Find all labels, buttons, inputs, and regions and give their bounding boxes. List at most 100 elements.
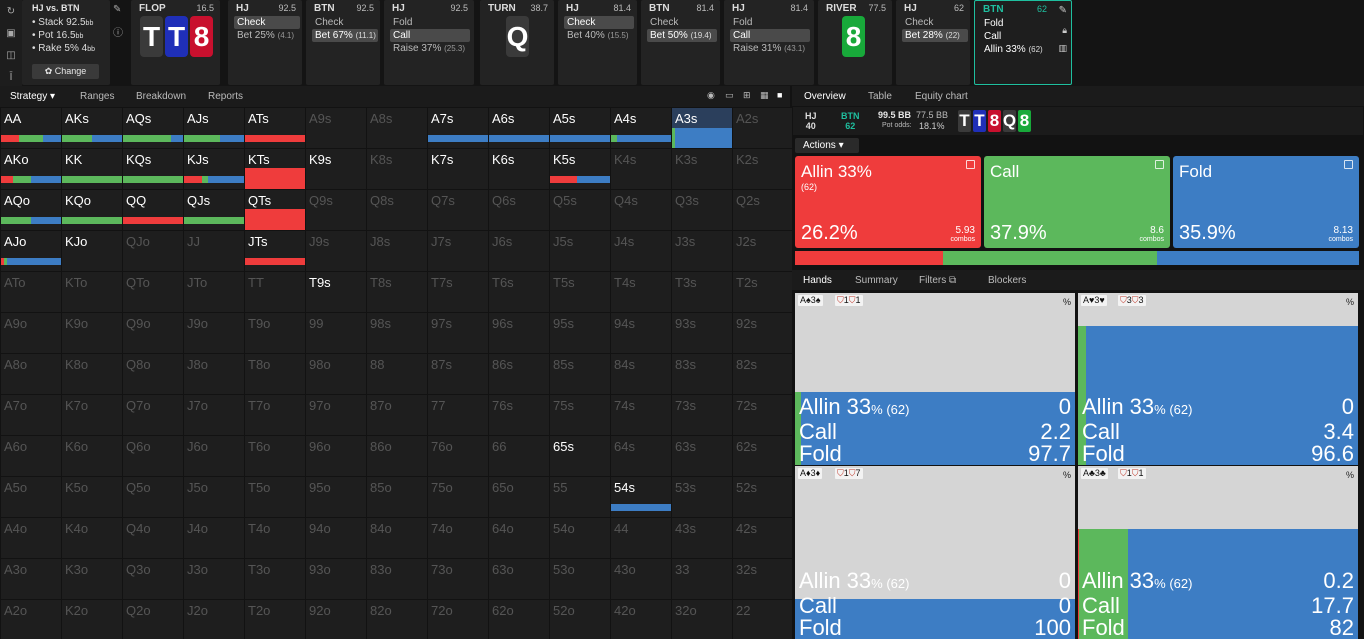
hand-cell[interactable]: 74s [611, 395, 671, 435]
hand-cell[interactable]: KJo [62, 231, 122, 271]
hand-cell[interactable]: KK [62, 149, 122, 189]
hand-cell[interactable]: 94s [611, 313, 671, 353]
hand-cell[interactable]: A6o [1, 436, 61, 476]
hand-cell[interactable]: 54o [550, 518, 610, 558]
hand-cell[interactable]: A3o [1, 559, 61, 599]
note-icon[interactable] [1344, 160, 1353, 169]
action-block-btn[interactable]: BTN 92.5 Check Bet 67% (11.1) [306, 0, 380, 85]
hand-cell[interactable]: 64o [489, 518, 549, 558]
action-option[interactable]: Fold [981, 17, 1047, 30]
hand-cell[interactable]: 99 [306, 313, 366, 353]
hand-cell[interactable]: J8s [367, 231, 427, 271]
hand-cell[interactable]: A7o [1, 395, 61, 435]
hand-cell[interactable]: QTs [245, 190, 305, 230]
hand-cell[interactable]: 53s [672, 477, 732, 517]
tab-blockers[interactable]: Blockers [988, 275, 1026, 286]
hand-cell[interactable]: 95o [306, 477, 366, 517]
hand-cell[interactable]: K9s [306, 149, 366, 189]
river-block[interactable]: RIVER 77.5 8 [818, 0, 892, 85]
hand-cell[interactable]: AJo [1, 231, 61, 271]
action-option[interactable]: Check [902, 16, 968, 29]
hand-cell[interactable]: T9s [306, 272, 366, 312]
hand-cell[interactable]: Q5o [123, 477, 183, 517]
tab-reports[interactable]: Reports [208, 91, 243, 102]
action-option[interactable]: Call [390, 29, 470, 42]
hand-cell[interactable]: Q9o [123, 313, 183, 353]
hand-cell[interactable]: K6o [62, 436, 122, 476]
hand-cell[interactable]: A9s [306, 108, 366, 148]
hand-cell[interactable]: 86o [367, 436, 427, 476]
hand-cell[interactable]: K7s [428, 149, 488, 189]
info-icon[interactable]: ⓘ [113, 24, 123, 39]
action-block-hj[interactable]: HJ 62 Check Bet 28% (22) [896, 0, 970, 85]
action-block-hj[interactable]: HJ 81.4 Fold Call Raise 31% (43.1) [724, 0, 814, 85]
hand-cell[interactable]: 76o [428, 436, 488, 476]
hand-cell[interactable]: K9o [62, 313, 122, 353]
save-icon[interactable]: ▣ [6, 26, 15, 41]
hand-cell[interactable]: 83o [367, 559, 427, 599]
action-option[interactable]: Bet 67% (11.1) [312, 29, 378, 42]
action-option[interactable]: Call [981, 30, 1047, 43]
hand-cell[interactable]: A4s [611, 108, 671, 148]
hand-cell[interactable]: 77 [428, 395, 488, 435]
action-card-call[interactable]: Call 37.9% 8.6 combos [984, 156, 1170, 248]
action-option[interactable]: Fold [730, 16, 810, 29]
hand-cell[interactable]: A4o [1, 518, 61, 558]
grid-icon[interactable]: ▦ [760, 90, 769, 101]
action-option[interactable]: Bet 50% (19.4) [647, 29, 717, 42]
hand-cell[interactable]: J6o [184, 436, 244, 476]
hand-cell[interactable]: A2o [1, 600, 61, 639]
action-option[interactable]: Raise 37% (25.3) [390, 42, 470, 55]
hand-cell[interactable]: A7s [428, 108, 488, 148]
hand-cell[interactable]: T5o [245, 477, 305, 517]
hand-combo-card[interactable]: A♥3♥ ⛉3⛉3% Allin 33% (62) 0 Call 3.4 Fold 96.6 [1078, 293, 1358, 465]
hand-cell[interactable]: J7s [428, 231, 488, 271]
hand-cell[interactable]: A5s [550, 108, 610, 148]
hand-cell[interactable]: Q7s [428, 190, 488, 230]
hand-cell[interactable]: K3s [672, 149, 732, 189]
hand-cell[interactable]: AA [1, 108, 61, 148]
hand-cell[interactable]: T2s [733, 272, 793, 312]
hand-cell[interactable]: J6s [489, 231, 549, 271]
action-option[interactable]: Bet 25% (4.1) [234, 29, 300, 42]
hand-cell[interactable]: 86s [489, 354, 549, 394]
hand-cell[interactable]: 54s [611, 477, 671, 517]
hand-cell[interactable]: JTs [245, 231, 305, 271]
split-view-icon[interactable]: ▭ [725, 90, 734, 101]
hand-cell[interactable]: 32o [672, 600, 732, 639]
hand-cell[interactable]: 52o [550, 600, 610, 639]
hand-cell[interactable]: 96o [306, 436, 366, 476]
hand-cell[interactable]: J7o [184, 395, 244, 435]
action-option[interactable]: Fold [390, 16, 470, 29]
hand-cell[interactable]: 93s [672, 313, 732, 353]
hand-cell[interactable]: K8o [62, 354, 122, 394]
hand-cell[interactable]: 63o [489, 559, 549, 599]
hand-combo-card[interactable]: A♠3♠ ⛉1⛉1% Allin 33% (62) 0 Call 2.2 Fold 97.7 [795, 293, 1075, 465]
hand-cell[interactable]: K4s [611, 149, 671, 189]
tab-ranges[interactable]: Ranges [80, 91, 114, 102]
hand-cell[interactable]: J2o [184, 600, 244, 639]
hand-cell[interactable]: ATo [1, 272, 61, 312]
hand-cell[interactable]: Q6s [489, 190, 549, 230]
hand-cell[interactable]: TT [245, 272, 305, 312]
hand-cell[interactable]: T5s [550, 272, 610, 312]
hand-cell[interactable]: K5o [62, 477, 122, 517]
hand-cell[interactable]: 95s [550, 313, 610, 353]
hand-cell[interactable]: 43o [611, 559, 671, 599]
hand-cell[interactable]: QJo [123, 231, 183, 271]
hand-cell[interactable]: AKs [62, 108, 122, 148]
hand-cell[interactable]: A2s [733, 108, 793, 148]
tab-hands[interactable]: Hands [803, 275, 832, 286]
book-icon[interactable]: ▥ [1058, 43, 1067, 54]
hand-cell[interactable]: J9s [306, 231, 366, 271]
hand-cell[interactable]: 75s [550, 395, 610, 435]
action-block-hj[interactable]: HJ 92.5 Check Bet 25% (4.1) [228, 0, 302, 85]
hand-cell[interactable]: QJs [184, 190, 244, 230]
change-button[interactable]: ✿ Change [32, 64, 99, 79]
hand-cell[interactable]: 52s [733, 477, 793, 517]
hand-cell[interactable]: 63s [672, 436, 732, 476]
hand-cell[interactable]: 65o [489, 477, 549, 517]
hand-cell[interactable]: 87o [367, 395, 427, 435]
hand-cell[interactable]: QQ [123, 190, 183, 230]
hand-cell[interactable]: Q5s [550, 190, 610, 230]
